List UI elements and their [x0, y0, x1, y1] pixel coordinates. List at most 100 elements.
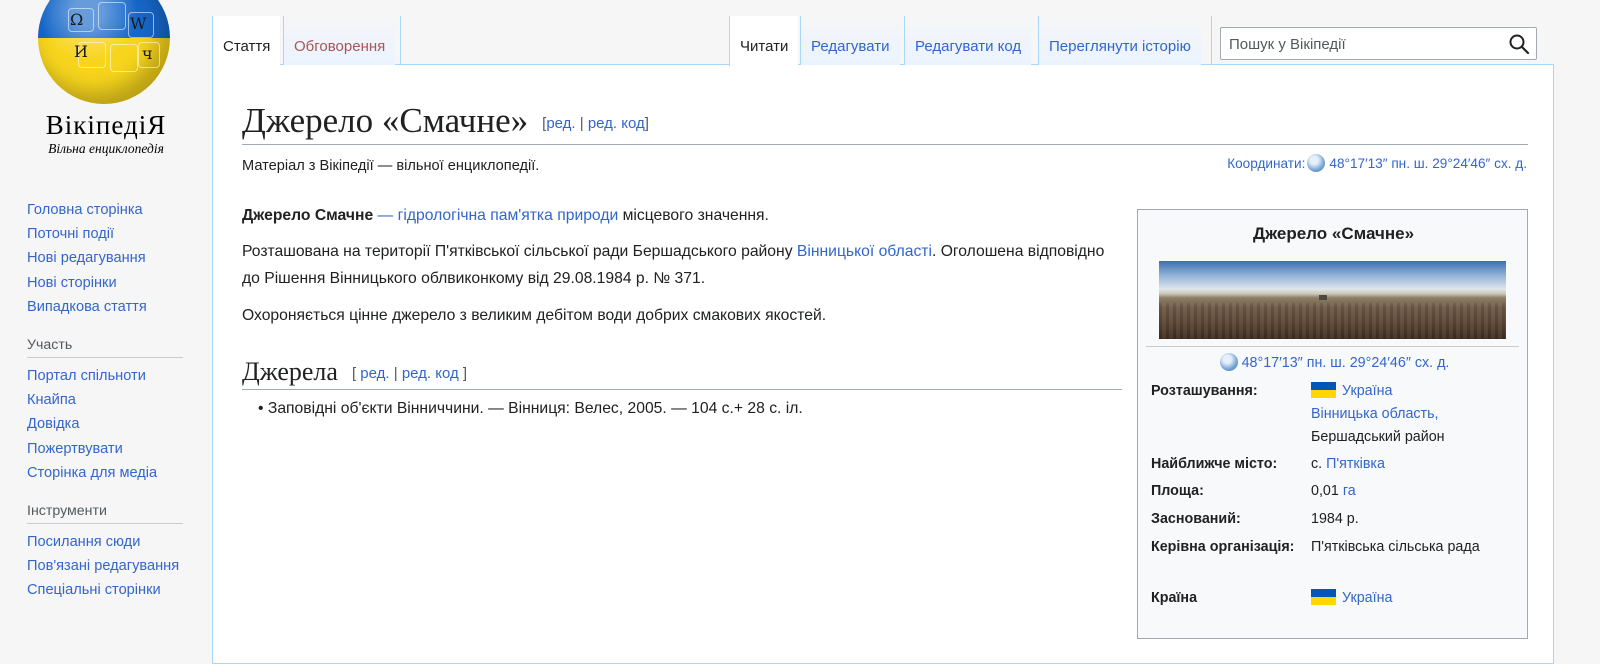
participation-heading: Участь [27, 337, 183, 359]
sidebar-item-help[interactable]: Довідка [27, 416, 80, 432]
section-edit-link[interactable]: ред. [360, 365, 389, 382]
tab-divider [400, 16, 401, 65]
sidebar-item-special-pages[interactable]: Спеціальні сторінки [27, 582, 161, 598]
location-value: Україна Вінницька область, Бершадський р… [1311, 380, 1526, 449]
tagline: Вільна енциклопедія [48, 141, 164, 156]
country-value: Україна [1311, 587, 1526, 610]
wikipedia-logo[interactable]: Ω W ч И ВікіпедіЯ Вільна енциклопедія [0, 0, 212, 170]
area-unit-link[interactable]: га [1343, 483, 1356, 499]
sidebar-item-current-events[interactable]: Поточні події [27, 226, 114, 242]
infobox: Джерело «Смачне» 48°17′13″ пн. ш. 29°24′… [1137, 209, 1528, 639]
search-icon [1509, 34, 1530, 55]
sidebar: Головна сторінка Поточні події Нові реда… [27, 198, 187, 603]
country-label: Країна [1151, 590, 1198, 606]
tab-edit-label: Редагувати [811, 38, 890, 55]
sidebar-item-random-article[interactable]: Випадкова стаття [27, 299, 147, 315]
title-edit-source-link[interactable]: ред. код [588, 115, 645, 132]
section-edit-close: ] [458, 365, 468, 383]
right-margin [1554, 0, 1600, 628]
tab-edit[interactable]: Редагувати [800, 16, 900, 65]
tools-heading: Інструменти [27, 503, 183, 525]
infobox-divider [1146, 346, 1519, 347]
tab-read[interactable]: Читати [729, 16, 799, 66]
sidebar-item-related-changes[interactable]: Пов'язані редагування [27, 558, 179, 574]
section-heading-sources: Джерела [ ред. | ред. код ] [242, 355, 1122, 390]
title-edit-section: [ред. | ред. код] [542, 115, 649, 132]
location-label: Розташування: [1151, 383, 1258, 399]
tab-edit-source[interactable]: Редагувати код [904, 16, 1032, 65]
country-link[interactable]: Україна [1342, 590, 1392, 606]
search-box [1220, 27, 1537, 61]
link-hydrological-monument[interactable]: гідрологічна пам'ятка природи [398, 207, 619, 224]
search-button[interactable] [1508, 33, 1530, 55]
location-text-a: Розташована на території П'ятківської сі… [242, 243, 797, 260]
section-edit-source-link[interactable]: ред. код [402, 365, 459, 382]
link-vinnytsia-oblast[interactable]: Вінницької області [797, 243, 932, 260]
infobox-title: Джерело «Смачне» [1252, 224, 1415, 243]
field-texture [1159, 303, 1506, 339]
location-region-link[interactable]: Вінницька область, [1311, 406, 1439, 422]
infobox-coordinates: 48°17′13″ пн. ш. 29°24′46″ сх. д. [1138, 353, 1529, 371]
ukraine-flag-icon [1311, 589, 1336, 605]
nearest-city-label: Найближче місто: [1151, 456, 1278, 472]
coordinates-value[interactable]: 48°17′13″ пн. ш. 29°24′46″ сх. д. [1329, 156, 1527, 171]
coordinates-label[interactable]: Координати: [1227, 156, 1305, 171]
founded-value: 1984 р. [1311, 511, 1359, 527]
paragraph-protection: Охороняється цінне джерело з великим деб… [242, 307, 827, 324]
coordinates: Координати: 48°17′13″ пн. ш. 29°24′46″ сх… [1227, 154, 1527, 172]
nearest-city-prefix: с. [1311, 456, 1327, 472]
page-title: Джерело «Смачне» [ред. | ред. код] [242, 98, 1528, 145]
tab-history-label: Переглянути історію [1049, 38, 1191, 55]
tab-article[interactable]: Стаття [212, 16, 281, 66]
nearest-city-value: с. П'ятківка [1311, 453, 1526, 476]
section-edit-section: [ ред. | ред. код ] [352, 365, 467, 382]
paragraph-intro: Джерело Смачне — гідрологічна пам'ятка п… [242, 202, 1122, 229]
sidebar-item-community-portal[interactable]: Портал спільноти [27, 368, 146, 384]
infobox-row-location: Розташування: Україна Вінницька область,… [1151, 380, 1521, 452]
location-country-link[interactable]: Україна [1342, 383, 1392, 399]
list-bullet: • [258, 400, 264, 417]
infobox-coordinates-link[interactable]: 48°17′13″ пн. ш. 29°24′46″ сх. д. [1242, 355, 1450, 371]
tab-history[interactable]: Переглянути історію [1038, 16, 1201, 65]
title-edit-link[interactable]: ред. [546, 115, 575, 132]
sidebar-item-what-links-here[interactable]: Посилання сюди [27, 534, 140, 550]
tab-talk[interactable]: Обговорення [283, 16, 396, 65]
nearest-city-link[interactable]: П'ятківка [1326, 456, 1385, 472]
list-item: • Заповідні об'єкти Вінниччини. — Вінниц… [258, 400, 803, 418]
tab-talk-label: Обговорення [294, 38, 386, 55]
page-title-text: Джерело «Смачне» [242, 101, 529, 140]
founded-label: Заснований: [1151, 511, 1241, 527]
ukraine-flag-icon [1311, 382, 1336, 398]
article-subject: Джерело Смачне [242, 207, 374, 224]
intro-dash: — [373, 207, 398, 224]
search-input[interactable] [1227, 28, 1501, 61]
sidebar-item-new-pages[interactable]: Нові сторінки [27, 275, 117, 291]
navigation-list: Головна сторінка Поточні події Нові реда… [27, 198, 187, 319]
sidebar-item-village-pump[interactable]: Кнайпа [27, 392, 76, 408]
section-title: Джерела [242, 357, 338, 386]
section-edit-separator: | [389, 365, 402, 383]
sidebar-item-main-page[interactable]: Головна сторінка [27, 202, 143, 218]
managing-org-label: Керівна організація: [1151, 539, 1295, 555]
reference-text: Заповідні об'єкти Вінниччини. — Вінниця:… [267, 400, 803, 417]
area-value: 0,01 га [1311, 480, 1526, 503]
tools-list: Посилання сюди Пов'язані редагування Спе… [27, 530, 187, 603]
sidebar-item-media-page[interactable]: Сторінка для медіа [27, 465, 157, 481]
tab-divider [1211, 16, 1212, 65]
distant-tree [1319, 295, 1327, 300]
managing-org-value: П'ятківська сільська рада [1311, 539, 1480, 555]
puzzle-globe-icon: Ω W ч И [38, 0, 170, 104]
globe-icon [1307, 154, 1326, 172]
intro-rest: місцевого значення. [618, 207, 769, 224]
wordmark: ВікіпедіЯ [45, 110, 167, 140]
globe-icon [1219, 353, 1238, 371]
participation-list: Портал спільноти Кнайпа Довідка Пожертву… [27, 364, 187, 485]
edit-separator: | [575, 114, 588, 132]
sidebar-item-recent-changes[interactable]: Нові редагування [27, 250, 146, 266]
panorama-image[interactable] [1159, 261, 1506, 339]
site-subtitle: Матеріал з Вікіпедії — вільної енциклопе… [242, 158, 540, 174]
area-number: 0,01 [1311, 483, 1343, 499]
sidebar-item-donate[interactable]: Пожертвувати [27, 441, 123, 457]
tab-edit-source-label: Редагувати код [915, 38, 1022, 55]
area-label: Площа: [1151, 483, 1204, 499]
